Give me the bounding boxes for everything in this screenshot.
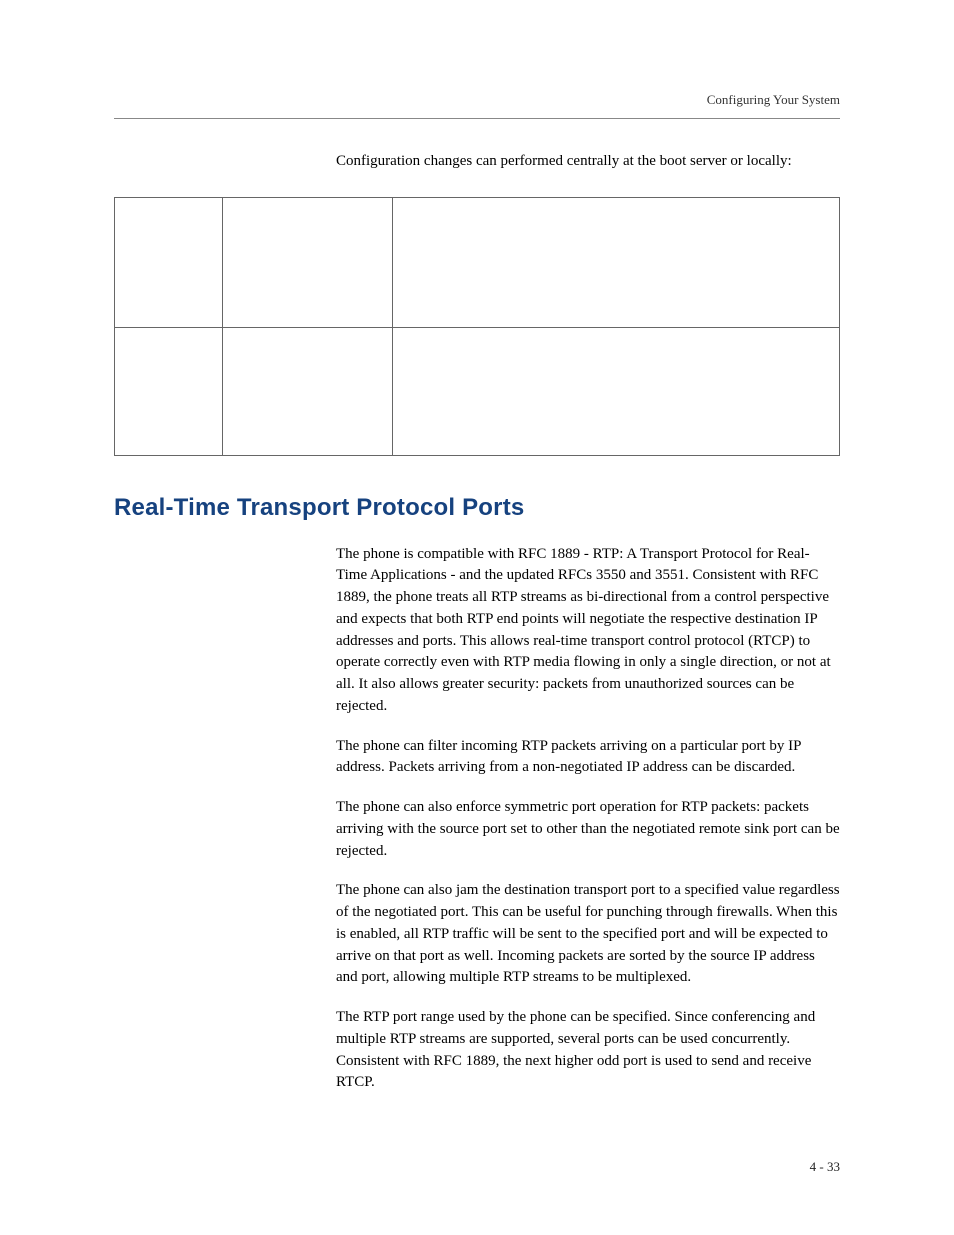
table-cell bbox=[223, 327, 393, 455]
table-cell bbox=[393, 327, 840, 455]
table-cell bbox=[393, 197, 840, 327]
header-rule bbox=[114, 118, 840, 119]
paragraph: The phone can also jam the destination t… bbox=[336, 880, 840, 989]
content-area: Configuration changes can performed cent… bbox=[114, 150, 840, 1112]
table-row bbox=[115, 327, 840, 455]
page: Configuring Your System Configuration ch… bbox=[0, 0, 954, 1235]
table-cell bbox=[115, 197, 223, 327]
table-row bbox=[115, 197, 840, 327]
paragraph: The phone is compatible with RFC 1889 - … bbox=[336, 544, 840, 718]
page-number: 4 - 33 bbox=[810, 1159, 840, 1175]
running-header: Configuring Your System bbox=[707, 92, 840, 108]
paragraph: The phone can also enforce symmetric por… bbox=[336, 797, 840, 862]
paragraph: The RTP port range used by the phone can… bbox=[336, 1007, 840, 1094]
table-cell bbox=[223, 197, 393, 327]
paragraph: The phone can filter incoming RTP packet… bbox=[336, 736, 840, 780]
lead-in-text: Configuration changes can performed cent… bbox=[336, 150, 840, 173]
section-title: Real-Time Transport Protocol Ports bbox=[114, 494, 840, 522]
config-table bbox=[114, 197, 840, 456]
body-text-block: The phone is compatible with RFC 1889 - … bbox=[336, 544, 840, 1095]
table-cell bbox=[115, 327, 223, 455]
